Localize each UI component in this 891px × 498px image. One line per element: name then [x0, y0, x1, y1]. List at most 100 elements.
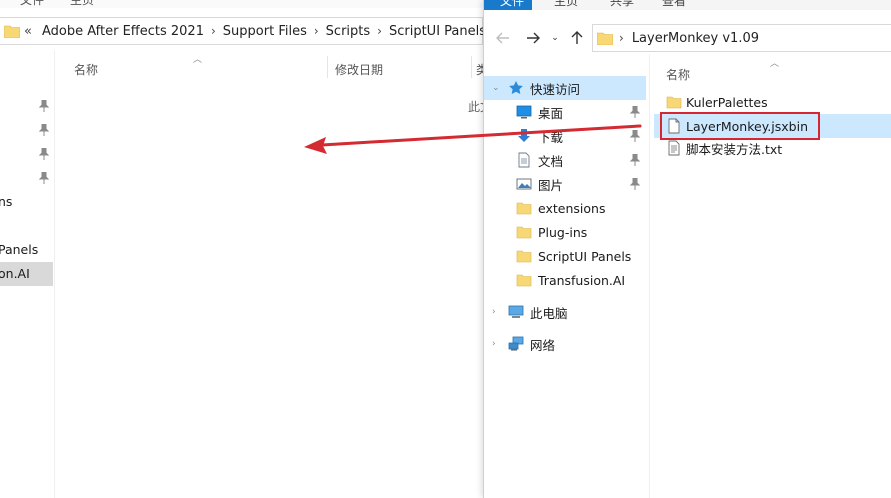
file-row-kulerpalettes[interactable]: KulerPalettes	[654, 90, 891, 114]
chevron-right-icon[interactable]: ›	[492, 339, 502, 349]
nav-label: Transfusion.AI	[538, 272, 626, 288]
right-ribbon: 文件 主页 共享 查看	[484, 0, 891, 10]
left-address-bar[interactable]: « Adobe After Effects 2021 › Support Fil…	[0, 17, 498, 45]
column-header: ︿ 名称	[654, 54, 891, 88]
pin-icon[interactable]	[630, 178, 640, 190]
left-breadcrumb: « Adobe After Effects 2021 › Support Fil…	[24, 18, 505, 44]
folder-icon	[516, 202, 532, 215]
address-bar[interactable]: › LayerMonkey v1.09	[592, 24, 891, 52]
nav-item-scriptui-panels[interactable]: ScriptUI Panels	[484, 244, 646, 268]
folder-icon	[516, 226, 532, 239]
pane-splitter[interactable]	[649, 54, 650, 498]
column-header-name[interactable]: 名称	[666, 66, 690, 83]
breadcrumb-item[interactable]: Scripts	[326, 24, 370, 39]
left-ribbon-tab-file[interactable]: 文件	[20, 0, 44, 8]
up-button[interactable]	[566, 26, 588, 50]
highlight-box	[660, 112, 820, 140]
nav-item-this-pc[interactable]: › 此电脑	[484, 300, 646, 324]
folder-icon	[596, 31, 614, 48]
nav-label: 文档	[538, 153, 564, 169]
chevron-right-icon[interactable]: ›	[377, 24, 382, 38]
column-divider[interactable]	[471, 56, 472, 78]
nav-item-network[interactable]: › 网络	[484, 332, 646, 356]
navigation-pane: ⌄ 快速访问 桌面 下载 文档 图片 extensions Plug-ins S…	[484, 74, 646, 498]
ribbon-tab-share[interactable]: 共享	[610, 0, 634, 9]
nav-label: extensions	[538, 200, 606, 216]
nav-item-extensions[interactable]: extensions	[484, 196, 646, 220]
column-divider[interactable]	[327, 56, 328, 78]
nav-label: 图片	[538, 177, 564, 193]
sort-ascending-icon: ︿	[770, 59, 780, 69]
column-header-modified[interactable]: 修改日期	[335, 61, 383, 78]
breadcrumb: › LayerMonkey v1.09	[619, 25, 759, 51]
chevron-down-icon: ⌄	[551, 33, 559, 43]
chevron-right-icon[interactable]: ›	[492, 307, 502, 317]
pin-icon[interactable]	[39, 148, 49, 160]
nav-item-quick-access[interactable]: ⌄ 快速访问	[484, 76, 646, 100]
nav-item-transfusion-ai[interactable]: Transfusion.AI	[484, 268, 646, 292]
left-ribbon-tab-home[interactable]: 主页	[70, 0, 94, 8]
folder-icon	[3, 24, 21, 41]
background-explorer-window: 文件 主页 « Adobe After Effects 2021 › Suppo…	[0, 0, 552, 498]
nav-item-desktop[interactable]: 桌面	[484, 100, 646, 124]
folder-icon	[666, 96, 682, 109]
forward-button[interactable]	[522, 26, 544, 50]
ribbon-tab-home[interactable]: 主页	[554, 0, 578, 9]
breadcrumb-item[interactable]: LayerMonkey v1.09	[632, 31, 759, 46]
nav-label: 网络	[530, 337, 556, 353]
network-icon	[508, 336, 524, 351]
arrow-left-icon	[496, 32, 509, 44]
pin-icon[interactable]	[39, 100, 49, 112]
document-icon	[518, 152, 530, 168]
left-nav-item-transfusion[interactable]: on.AI	[0, 266, 30, 281]
folder-icon	[516, 274, 532, 287]
nav-label: Plug-ins	[538, 224, 588, 240]
back-button[interactable]	[492, 26, 514, 50]
text-file-icon	[668, 140, 680, 156]
chevron-right-icon[interactable]: ›	[619, 31, 624, 45]
foreground-explorer-window: 文件 主页 共享 查看 ⌄ › LayerMonkey v1.09 ⌄ 快速访问…	[483, 0, 891, 498]
left-column-header: ︿ 名称 修改日期 类	[55, 52, 488, 82]
nav-item-plug-ins[interactable]: Plug-ins	[484, 220, 646, 244]
file-name: 脚本安装方法.txt	[686, 141, 783, 157]
pin-icon[interactable]	[39, 124, 49, 136]
nav-label: 桌面	[538, 105, 564, 121]
arrow-up-icon	[571, 31, 583, 44]
left-navigation-pane: ns Panels on.AI	[0, 50, 55, 498]
chevron-right-icon[interactable]: ›	[211, 24, 216, 38]
computer-icon	[508, 305, 524, 318]
chevron-right-icon[interactable]: ›	[314, 24, 319, 38]
navigation-toolbar: ⌄ › LayerMonkey v1.09	[484, 22, 891, 54]
ribbon-tab-view[interactable]: 查看	[662, 0, 686, 9]
pin-icon[interactable]	[630, 154, 640, 166]
pin-icon[interactable]	[39, 172, 49, 184]
nav-label: 下载	[538, 129, 564, 145]
nav-label: ScriptUI Panels	[538, 248, 632, 264]
left-ribbon: 文件 主页	[0, 0, 483, 8]
desktop-icon	[516, 105, 532, 119]
breadcrumb-item[interactable]: Adobe After Effects 2021	[42, 24, 204, 39]
pin-icon[interactable]	[630, 106, 640, 118]
file-name: KulerPalettes	[686, 94, 768, 110]
recent-locations-button[interactable]: ⌄	[544, 26, 566, 50]
folder-icon	[516, 250, 532, 263]
breadcrumb-overflow-button[interactable]: «	[24, 24, 32, 39]
nav-label: 快速访问	[530, 81, 581, 97]
left-nav-item-extensions[interactable]: ns	[0, 194, 12, 209]
breadcrumb-item[interactable]: ScriptUI Panels	[389, 24, 486, 39]
nav-item-documents[interactable]: 文档	[484, 148, 646, 172]
column-header-name[interactable]: 名称	[74, 61, 98, 78]
pictures-icon	[516, 178, 532, 190]
pin-icon[interactable]	[630, 130, 640, 142]
nav-item-downloads[interactable]: 下载	[484, 124, 646, 148]
arrow-right-icon	[527, 32, 540, 44]
nav-label: 此电脑	[530, 305, 568, 321]
star-icon	[509, 81, 523, 94]
chevron-down-icon[interactable]: ⌄	[492, 83, 502, 93]
download-icon	[518, 129, 530, 142]
sort-ascending-icon: ︿	[193, 55, 203, 65]
left-nav-item-scriptui-panels[interactable]: Panels	[0, 242, 38, 257]
nav-item-pictures[interactable]: 图片	[484, 172, 646, 196]
breadcrumb-item[interactable]: Support Files	[223, 24, 307, 39]
ribbon-tab-file[interactable]: 文件	[484, 0, 532, 10]
